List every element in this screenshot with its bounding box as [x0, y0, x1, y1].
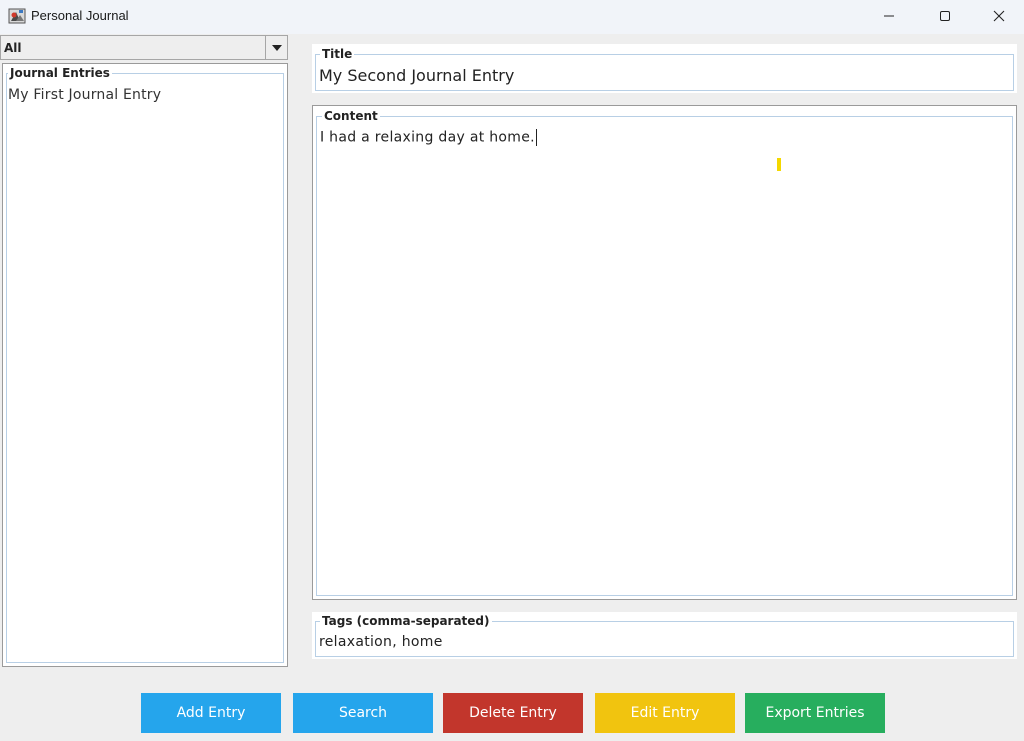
tags-legend: Tags (comma-separated) — [320, 614, 492, 628]
minimize-button[interactable] — [862, 0, 916, 32]
journal-entries-panel: Journal Entries My First Journal Entry — [2, 63, 288, 667]
content-section: Content I had a relaxing day at home. — [312, 105, 1017, 600]
tags-section: Tags (comma-separated) relaxation, home — [312, 612, 1017, 659]
close-icon — [993, 10, 1005, 22]
content-border — [316, 116, 1013, 596]
minimize-icon — [884, 15, 894, 17]
journal-window: Personal Journal All Journal Entries My … — [0, 0, 1024, 741]
add-entry-button[interactable]: Add Entry — [141, 693, 281, 733]
journal-entries-border — [6, 73, 284, 663]
filter-selected-value: All — [4, 41, 22, 55]
window-title: Personal Journal — [31, 8, 129, 23]
dropdown-arrow-button[interactable] — [265, 36, 287, 59]
content-text: I had a relaxing day at home. — [320, 129, 535, 146]
title-bar[interactable]: Personal Journal — [0, 0, 1024, 34]
text-caret — [535, 129, 537, 146]
filter-dropdown[interactable]: All — [0, 35, 288, 60]
delete-entry-button[interactable]: Delete Entry — [443, 693, 583, 733]
search-button[interactable]: Search — [293, 693, 433, 733]
chevron-down-icon — [271, 44, 282, 51]
list-item[interactable]: My First Journal Entry — [8, 87, 161, 103]
export-entries-button[interactable]: Export Entries — [745, 693, 885, 733]
mouse-cursor-icon — [777, 158, 781, 171]
close-button[interactable] — [972, 0, 1024, 32]
title-legend: Title — [320, 47, 355, 61]
app-icon — [8, 7, 26, 25]
maximize-icon — [940, 11, 950, 21]
title-section: Title My Second Journal Entry — [312, 44, 1017, 93]
tags-field[interactable]: relaxation, home — [319, 634, 443, 650]
maximize-button[interactable] — [918, 0, 972, 32]
edit-entry-button[interactable]: Edit Entry — [595, 693, 735, 733]
content-textarea[interactable]: I had a relaxing day at home. — [320, 129, 537, 146]
journal-entries-legend: Journal Entries — [8, 66, 112, 80]
content-legend: Content — [322, 109, 380, 123]
title-field[interactable]: My Second Journal Entry — [319, 66, 514, 85]
